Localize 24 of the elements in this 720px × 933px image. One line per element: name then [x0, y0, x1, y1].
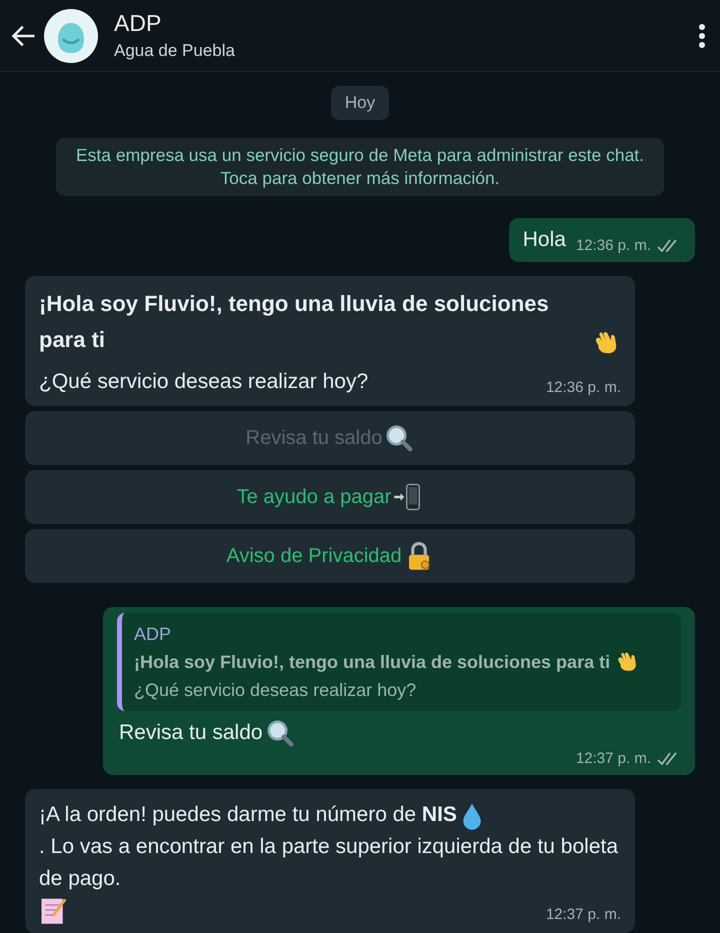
quote-text: ¿Qué servicio deseas realizar hoy? [134, 679, 418, 702]
magnifier-icon [264, 718, 295, 748]
quoted-message[interactable]: ADP ¡Hola soy Fluvio!, tengo una lluvia de soluciones para ti ¿Qué servicio deseas realizar hoy? [117, 613, 681, 711]
message-time: 12:36 p. m. [546, 378, 621, 398]
quote-title: ¡Hola soy Fluvio!, tengo una lluvia de soluciones para ti [134, 651, 610, 674]
message-time: 12:37 p. m. [546, 905, 621, 925]
message-time: 12:37 p. m. [576, 749, 681, 769]
menu-icon[interactable] [698, 22, 706, 48]
date-chip: Hoy [330, 86, 390, 120]
magnifier-icon [384, 423, 414, 453]
contact-subtitle: Agua de Puebla [114, 41, 236, 61]
contact-name: ADP [114, 10, 162, 37]
reply-button[interactable]: Te ayudo a pagar [25, 470, 635, 524]
message-text: ¡A la orden! puedes darme tu número de NIS [39, 802, 457, 828]
message-time: 12:36 p. m. [576, 236, 681, 256]
avatar-icon[interactable] [44, 8, 98, 62]
message-text: . Lo vas a encontrar en la parte superior izquierda de tu boleta de pago. [39, 834, 620, 892]
message-title: ¡Hola soy Fluvio!, tengo una lluvia de soluciones para ti [39, 290, 550, 354]
message-text: Hola [522, 227, 566, 253]
message-text: ¿Qué servicio deseas realizar hoy? [39, 369, 368, 395]
reply-button[interactable]: Aviso de Privacidad [25, 529, 635, 583]
message-text: Revisa tu saldo [119, 720, 263, 746]
encryption-notice[interactable]: Esta empresa usa un servicio seguro de Meta para administrar este chat. Toca para obtener más información. [56, 138, 664, 196]
quote-author: ADP [134, 623, 172, 646]
